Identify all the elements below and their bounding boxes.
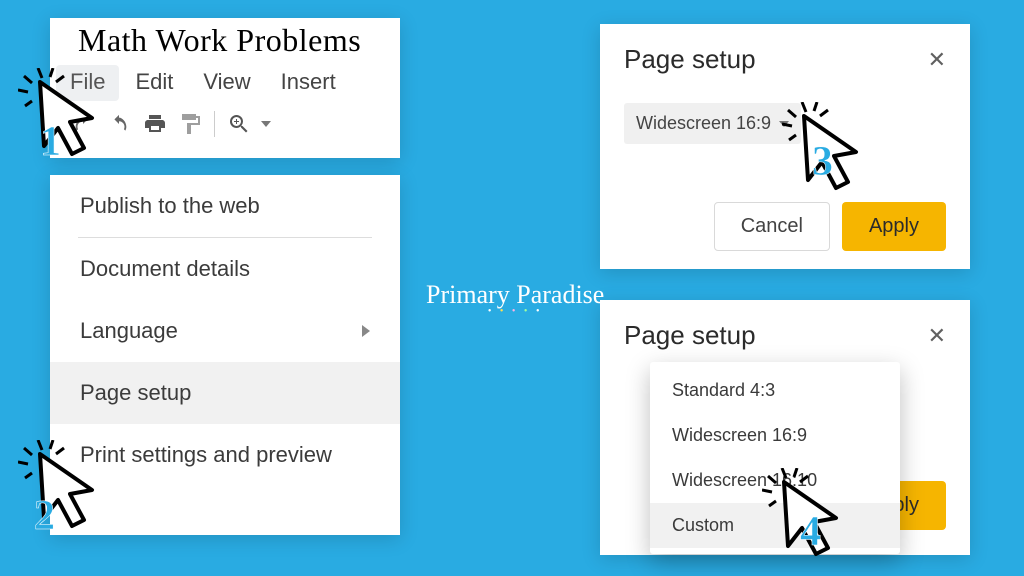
menu-item-label: Page setup [80,380,191,406]
menu-item-label: Document details [80,256,250,282]
dialog-header: Page setup ✕ [624,320,946,351]
menu-item-language[interactable]: Language [50,300,400,362]
menu-item-page-setup[interactable]: Page setup [50,362,400,424]
dialog-buttons: Cancel Apply [624,202,946,251]
zoom-icon[interactable] [227,112,251,136]
undo-icon[interactable] [70,113,96,135]
step-number-3: 3 [812,138,833,186]
menu-item-label: Language [80,318,178,344]
ratio-selected-label: Widescreen 16:9 [636,113,771,134]
redo-icon[interactable] [106,113,132,135]
menu-edit[interactable]: Edit [121,65,187,101]
file-menu-panel: Publish to the web Document details Lang… [50,175,400,535]
watermark: Primary Paradise • • • • • [426,280,604,317]
toolbar-panel: Math Work Problems File Edit View Insert [50,18,400,158]
cancel-button[interactable]: Cancel [714,202,830,251]
apply-button[interactable]: Apply [842,202,946,251]
page-setup-dialog-closed: Page setup ✕ Widescreen 16:9 Cancel Appl… [600,24,970,269]
menubar: File Edit View Insert [50,59,400,101]
document-title[interactable]: Math Work Problems [50,18,400,59]
paint-format-icon[interactable] [178,112,202,136]
menu-item-details[interactable]: Document details [50,238,400,300]
menu-view[interactable]: View [189,65,264,101]
menu-insert[interactable]: Insert [267,65,350,101]
page-setup-dialog-open: Page setup ✕ Cancel Apply Standard 4:3 W… [600,300,970,555]
ratio-option-standard[interactable]: Standard 4:3 [650,368,900,413]
ratio-option-wide169[interactable]: Widescreen 16:9 [650,413,900,458]
menu-item-publish[interactable]: Publish to the web [50,175,400,237]
zoom-dropdown-icon[interactable] [261,121,271,127]
menu-file[interactable]: File [56,65,119,101]
print-icon[interactable] [142,112,168,136]
step-number-1: 1 [40,118,61,166]
ratio-option-wide1610[interactable]: Widescreen 16:10 [650,458,900,503]
close-icon[interactable]: ✕ [928,47,946,73]
step-number-2: 2 [34,492,55,540]
watermark-text: Primary Paradise [426,280,604,309]
ratio-options-list: Standard 4:3 Widescreen 16:9 Widescreen … [650,362,900,554]
chevron-down-icon [779,121,789,127]
dialog-title: Page setup [624,320,756,351]
toolbar-divider [214,111,215,137]
dialog-header: Page setup ✕ [624,44,946,75]
icon-toolbar [50,101,400,137]
menu-item-label: Print settings and preview [80,442,332,468]
dialog-title: Page setup [624,44,756,75]
close-icon[interactable]: ✕ [928,323,946,349]
submenu-arrow-icon [362,325,370,337]
menu-item-print-preview[interactable]: Print settings and preview [50,424,400,486]
ratio-option-custom[interactable]: Custom [650,503,900,548]
ratio-dropdown[interactable]: Widescreen 16:9 [624,103,801,144]
step-number-4: 4 [800,508,821,556]
menu-item-label: Publish to the web [80,193,260,219]
